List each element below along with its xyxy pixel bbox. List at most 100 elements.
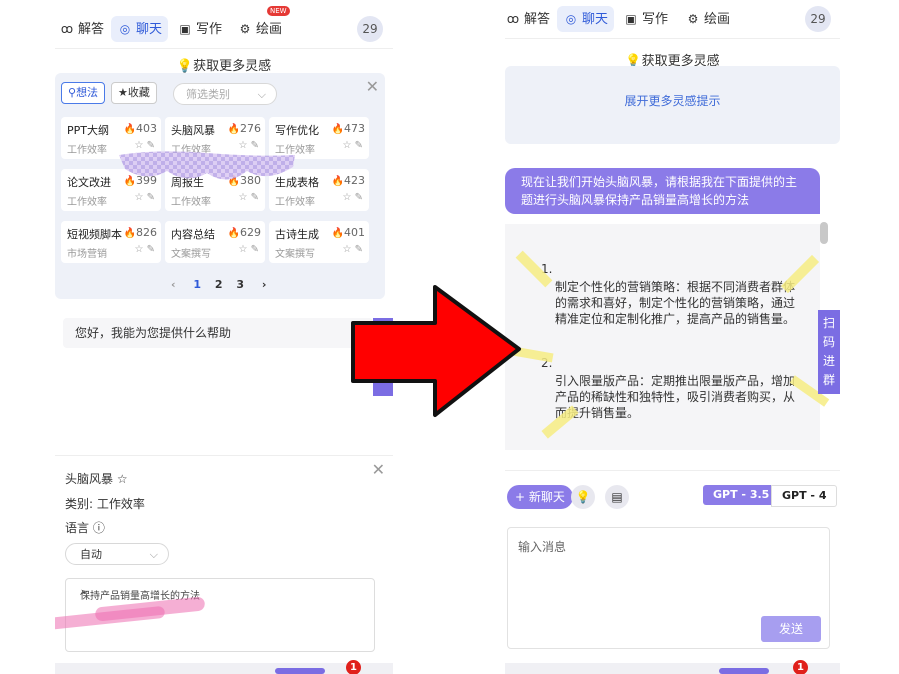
tab-write[interactable]: ▣ 写作 — [177, 16, 222, 42]
count-badge[interactable]: 29 — [805, 6, 831, 32]
fire-icon: 🔥 — [331, 176, 344, 187]
chip-favorites-label: 收藏 — [127, 86, 150, 99]
favorite-edit-icons[interactable]: ☆ ✎ — [134, 192, 155, 203]
prompt-title: 论文改进 — [67, 176, 111, 189]
prompt-category: 工作效率 — [67, 145, 107, 156]
favorite-edit-icons[interactable]: ☆ ✎ — [238, 244, 259, 255]
right-screenshot-panel: ꝏ 解答 ◎ 聊天 ▣ 写作 ⚙ 绘画 29 💡获取更多灵感 展开更多灵感提示 现在让我… — [505, 0, 840, 674]
page-2[interactable]: 2 — [215, 278, 223, 291]
reply-line: 的需求和喜好，制定个性化的营销策略，通过 — [555, 296, 796, 310]
lightbulb-icon[interactable]: 💡 — [571, 485, 595, 509]
prompt-card[interactable]: 内容总结 🔥629 文案撰写 ☆ ✎ — [165, 221, 265, 263]
favorite-edit-icons[interactable]: ☆ ✎ — [342, 140, 363, 151]
tab-answer-label: 解答 — [78, 22, 105, 37]
fire-icon: 🔥 — [227, 124, 240, 135]
fire-icon: 🔥 — [331, 124, 344, 135]
tab-draw[interactable]: ⚙ 绘画 — [685, 6, 730, 32]
bottom-toolbar — [55, 663, 393, 674]
message-input[interactable]: 输入消息 发送 — [507, 527, 830, 649]
tab-draw-label: 绘画 — [256, 22, 283, 37]
language-label: 语言 ⓘ — [65, 521, 105, 535]
favorite-edit-icons[interactable]: ☆ ✎ — [342, 192, 363, 203]
left-screenshot-panel: ꝏ 解答 ◎ 聊天 ▣ 写作 ⚙ 绘画 NEW 29 💡获取更多灵感 ✕ ⚲想法 ★收藏… — [55, 0, 393, 674]
side-tag-char: 扫 — [822, 316, 835, 330]
prompt-hot-count: 403 — [136, 122, 157, 135]
tab-answer[interactable]: ꝏ 解答 — [59, 16, 104, 42]
prompt-title: 古诗生成 — [275, 228, 319, 241]
answer-icon: ꝏ — [60, 22, 74, 36]
notification-badge: 1 — [793, 660, 808, 674]
draw-icon: ⚙ — [239, 22, 251, 36]
prompt-library: ✕ ⚲想法 ★收藏 筛选类别 ⌵ PPT大纲 🔥403 工作效率 ☆ ✎ 头脑风… — [55, 73, 385, 299]
scan-to-join-group-tab[interactable]: 扫 码 进 群 — [818, 310, 840, 394]
prompt-category: 文案撰写 — [275, 249, 315, 260]
bottom-accent — [275, 668, 325, 674]
prompt-card[interactable]: 短视频脚本 🔥826 市场营销 ☆ ✎ — [61, 221, 161, 263]
category-filter-placeholder: 筛选类别 — [186, 88, 230, 101]
prompt-hot-count: 401 — [344, 226, 365, 239]
message-input-placeholder: 输入消息 — [518, 540, 567, 554]
tab-write-label: 写作 — [642, 12, 669, 27]
tab-write[interactable]: ▣ 写作 — [623, 6, 668, 32]
send-button[interactable]: 发送 — [761, 616, 821, 642]
expand-inspiration-button[interactable]: 展开更多灵感提示 — [505, 66, 840, 144]
tab-draw[interactable]: ⚙ 绘画 — [237, 16, 282, 42]
prompt-detail-panel: ✕ 头脑风暴 ☆ 类别: 工作效率 语言 ⓘ 自动 ⌵ 保持产品销量高增长的方法… — [55, 455, 393, 674]
chat-icon: ◎ — [119, 22, 131, 36]
side-tag-char: 群 — [822, 373, 835, 387]
tab-chat[interactable]: ◎ 聊天 — [111, 16, 169, 42]
favorite-edit-icons[interactable]: ☆ ✎ — [238, 192, 259, 203]
prompt-category: 工作效率 — [67, 197, 107, 208]
category-filter-select[interactable]: 筛选类别 ⌵ — [173, 83, 277, 105]
chat-scrollbar[interactable] — [820, 222, 828, 244]
tab-answer[interactable]: ꝏ 解答 — [505, 6, 550, 32]
chat-icon: ◎ — [565, 12, 577, 26]
count-badge[interactable]: 29 — [357, 16, 383, 42]
prompt-hot-count: 826 — [136, 226, 157, 239]
chip-favorites[interactable]: ★收藏 — [111, 82, 157, 104]
prompt-hot: 🔥826 — [124, 226, 157, 239]
tab-chat[interactable]: ◎ 聊天 — [557, 6, 615, 32]
next-page-icon[interactable]: › — [262, 278, 267, 291]
favorite-edit-icons[interactable]: ☆ ✎ — [134, 244, 155, 255]
prompt-hot-count: 276 — [240, 122, 261, 135]
top-tab-bar: ꝏ 解答 ◎ 聊天 ▣ 写作 ⚙ 绘画 29 — [505, 0, 840, 39]
draw-icon: ⚙ — [687, 12, 699, 26]
answer-icon: ꝏ — [506, 12, 520, 26]
prev-page-icon[interactable]: ‹ — [171, 278, 176, 291]
prompt-hot: 🔥473 — [332, 122, 365, 135]
lightbulb-icon: 💡 — [176, 59, 194, 74]
close-icon[interactable]: ✕ — [366, 77, 379, 96]
detail-category: 类别: 工作效率 — [65, 497, 145, 511]
prompt-hot: 🔥403 — [124, 122, 157, 135]
prompt-hot-count: 473 — [344, 122, 365, 135]
close-icon[interactable]: ✕ — [372, 460, 385, 479]
new-chat-button[interactable]: + 新聊天 — [507, 485, 573, 509]
chip-ideas[interactable]: ⚲想法 — [61, 82, 106, 104]
prompt-hot: 🔥423 — [332, 174, 365, 187]
favorite-edit-icons[interactable]: ☆ ✎ — [342, 244, 363, 255]
fire-icon: 🔥 — [123, 124, 136, 135]
gpt-3-5-toggle[interactable]: GPT - 3.5 — [703, 485, 780, 505]
tab-chat-label: 聊天 — [582, 12, 609, 27]
page-3[interactable]: 3 — [236, 278, 244, 291]
history-icon[interactable]: ▤ — [605, 485, 629, 509]
tab-draw-label: 绘画 — [704, 12, 731, 27]
prompt-hot: 🔥629 — [228, 226, 261, 239]
language-value: 自动 — [80, 548, 102, 561]
side-tag-char: 码 — [822, 335, 835, 349]
reply-line: 制定个性化的营销策略：根据不同消费者群体 — [555, 280, 796, 294]
tab-write-label: 写作 — [196, 22, 223, 37]
prompt-category: 工作效率 — [275, 197, 315, 208]
fire-icon: 🔥 — [123, 228, 136, 239]
inspiration-title[interactable]: 💡获取更多灵感 — [55, 55, 393, 74]
language-select[interactable]: 自动 ⌵ — [65, 543, 169, 565]
top-tab-bar: ꝏ 解答 ◎ 聊天 ▣ 写作 ⚙ 绘画 NEW 29 — [55, 6, 393, 49]
page-1[interactable]: 1 — [193, 278, 201, 291]
reply-line: 产品的稀缺性和独特性，吸引消费者购买，从 — [555, 390, 796, 404]
assistant-greeting: 您好，我能为您提供什么帮助 — [63, 318, 373, 348]
gpt-4-toggle[interactable]: GPT - 4 — [771, 485, 838, 507]
user-message-bubble: 现在让我们开始头脑风暴，请根据我在下面提供的主题进行头脑风暴保持产品销量高增长的… — [505, 168, 820, 214]
prompt-title: 内容总结 — [171, 228, 215, 241]
prompt-card[interactable]: 古诗生成 🔥401 文案撰写 ☆ ✎ — [269, 221, 369, 263]
